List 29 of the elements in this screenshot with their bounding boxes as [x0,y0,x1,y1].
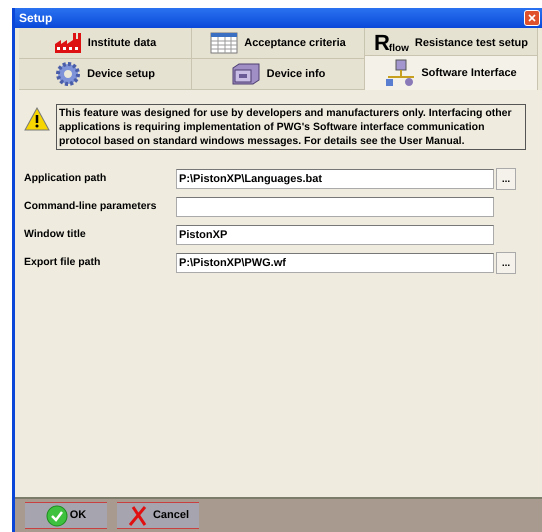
factory-icon [54,32,82,54]
tab[interactable]: Software Interface [365,55,538,90]
tab[interactable]: Acceptance criteria [192,28,365,59]
field-label: Export file path [24,255,102,270]
warning-icon [24,107,50,131]
tab[interactable]: Device setup [19,59,192,90]
table-icon [210,32,238,54]
field-label: Command-line parameters [24,199,158,214]
tab[interactable]: Institute data [19,28,192,59]
field-label: Application path [24,171,108,186]
tab[interactable]: Device info [192,59,365,90]
check-icon [46,504,68,526]
text-field[interactable]: P:\PistonXP\Languages.bat [176,169,494,189]
dialog-button[interactable]: Cancel [117,502,199,529]
field-label: Window title [24,227,87,242]
gear-icon [55,61,82,87]
browse-button[interactable]: ... [496,252,516,274]
text-field[interactable]: P:\PistonXP\PWG.wf [176,253,494,273]
notice-text: This feature was designed for use by developers and manufacturers only. Interfacing other applications is requiring implementation of PWG's Software interface communication protocol based on standard windows messages. For details see the User Manual. [56,104,526,150]
dialog-button[interactable]: OK [25,502,107,529]
network-icon [385,59,416,87]
text-field[interactable]: PistonXP [176,225,494,245]
close-icon [528,14,536,22]
window-title: Setup [19,10,52,27]
resistance-icon: Rflow [374,32,409,54]
close-button[interactable] [524,10,540,26]
browse-button[interactable]: ... [496,168,516,190]
device-icon [230,62,261,86]
text-field[interactable] [176,197,494,217]
